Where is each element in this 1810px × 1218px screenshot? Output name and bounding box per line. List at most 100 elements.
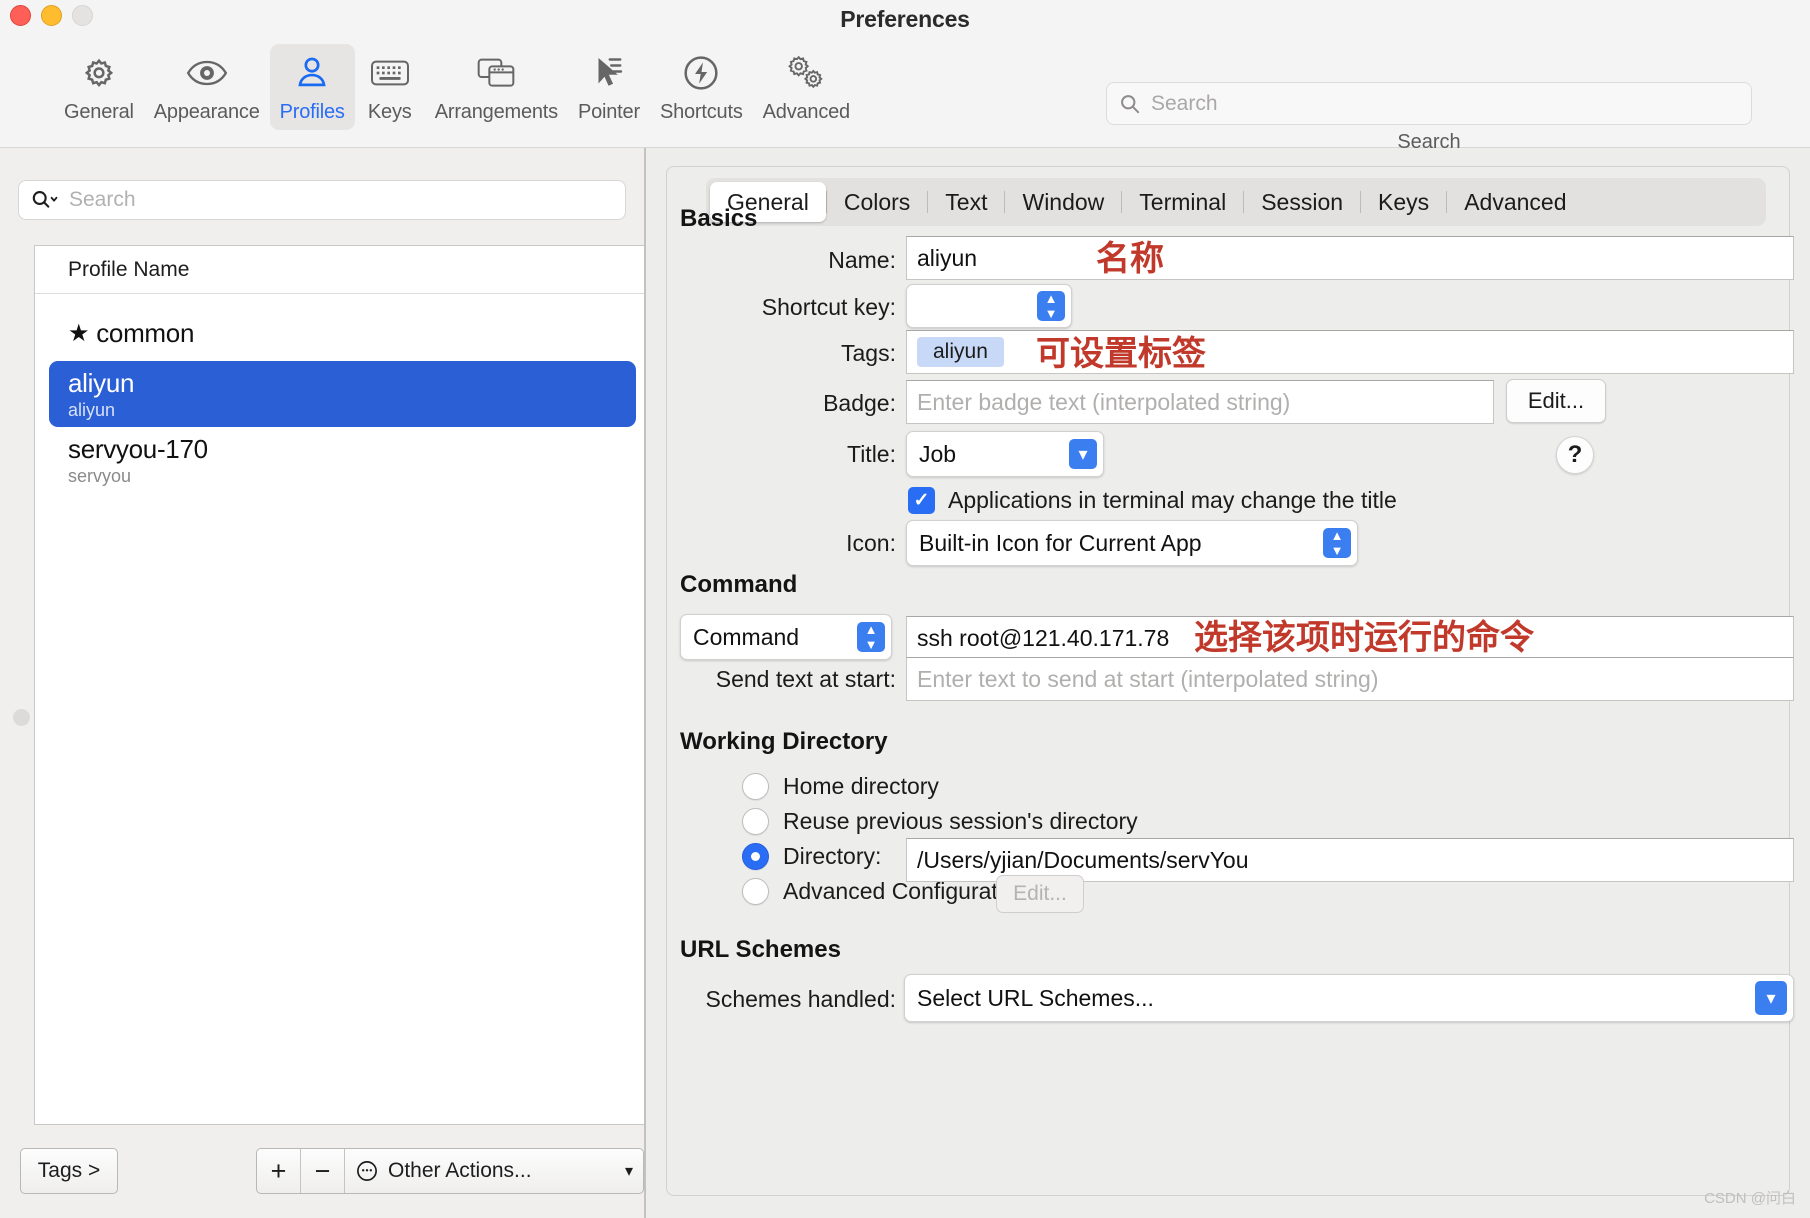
profile-subtitle: aliyun — [68, 400, 636, 421]
tab-colors[interactable]: Colors — [827, 182, 927, 222]
wd-option-directory[interactable]: Directory: — [742, 843, 881, 870]
tab-terminal[interactable]: Terminal — [1122, 182, 1243, 222]
keyboard-icon — [370, 52, 410, 94]
profile-name: aliyun — [68, 368, 636, 399]
badge-edit-button[interactable]: Edit... — [1506, 379, 1606, 423]
radio-icon[interactable] — [742, 878, 769, 905]
profiles-column-header[interactable]: Profile Name — [35, 246, 650, 294]
toolbar-item-profiles[interactable]: Profiles — [270, 44, 355, 130]
send-text-placeholder: Enter text to send at start (interpolate… — [917, 666, 1379, 693]
schemes-handled-select[interactable]: Select URL Schemes... ▾ — [904, 974, 1794, 1022]
list-item[interactable]: servyou-170 servyou — [49, 427, 636, 493]
wd-option-advanced[interactable]: Advanced Configuration — [742, 878, 1029, 905]
command-value: ssh root@121.40.171.78 — [917, 625, 1169, 652]
radio-icon[interactable] — [742, 773, 769, 800]
tag-chip[interactable]: aliyun — [917, 337, 1004, 367]
app-change-title-label: Applications in terminal may change the … — [948, 487, 1397, 514]
checkbox-checked-icon[interactable]: ✓ — [908, 487, 935, 514]
chevron-down-icon[interactable]: ▾ — [1069, 439, 1097, 469]
sidebar-footer: Tags > + − Other Actions... ▾ — [20, 1148, 630, 1194]
advanced-config-edit-button: Edit... — [996, 875, 1084, 913]
other-actions-button[interactable]: Other Actions... ▾ — [345, 1149, 643, 1193]
command-heading: Command — [680, 571, 797, 599]
annotation-name: 名称 — [1096, 231, 1164, 280]
toolbar-item-advanced[interactable]: Advanced — [753, 44, 860, 130]
stepper-chevrons-icon[interactable]: ▲▼ — [857, 622, 885, 652]
watermark: CSDN @问白 — [1704, 1187, 1796, 1208]
toolbar-search-field[interactable]: Search — [1106, 82, 1752, 125]
toolbar-item-pointer[interactable]: Pointer — [568, 44, 650, 130]
shortcut-key-label: Shortcut key: — [692, 294, 896, 321]
basics-heading: Basics — [680, 205, 757, 233]
schemes-handled-label: Schemes handled: — [646, 986, 896, 1013]
tags-button[interactable]: Tags > — [20, 1148, 118, 1194]
cursor-icon — [591, 52, 627, 94]
wd-option-label: Home directory — [783, 773, 939, 800]
title-value: Job — [919, 441, 956, 468]
toolbar-item-label: General — [64, 101, 134, 124]
stepper-chevrons-icon[interactable]: ▲▼ — [1037, 291, 1065, 321]
tab-session[interactable]: Session — [1244, 182, 1360, 222]
badge-input[interactable]: Enter badge text (interpolated string) — [906, 380, 1494, 424]
profile-settings-panel: General Colors Text Window Terminal Sess… — [646, 148, 1810, 1218]
search-icon — [1119, 93, 1141, 115]
profile-search-input[interactable]: Search — [18, 180, 626, 220]
send-text-input[interactable]: Enter text to send at start (interpolate… — [906, 657, 1794, 701]
icon-select[interactable]: Built-in Icon for Current App ▲▼ — [906, 520, 1358, 566]
tab-keys[interactable]: Keys — [1361, 182, 1446, 222]
toolbar-item-shortcuts[interactable]: Shortcuts — [650, 44, 753, 130]
gear-icon — [79, 52, 119, 94]
radio-selected-icon[interactable] — [742, 843, 769, 870]
name-input[interactable]: aliyun — [906, 236, 1794, 280]
list-item[interactable]: ★ common — [49, 306, 636, 361]
toolbar-item-label: Shortcuts — [660, 101, 743, 124]
wd-option-home[interactable]: Home directory — [742, 773, 939, 800]
toolbar-item-keys[interactable]: Keys — [355, 44, 425, 130]
profiles-list: Profile Name ★ common aliyun aliyun serv… — [34, 245, 651, 1125]
toolbar-item-label: Advanced — [763, 101, 850, 124]
add-profile-button[interactable]: + — [257, 1149, 301, 1193]
wd-option-label: Reuse previous session's directory — [783, 808, 1138, 835]
profile-search-placeholder: Search — [69, 188, 136, 212]
name-value: aliyun — [917, 245, 977, 272]
list-item[interactable]: aliyun aliyun — [49, 361, 636, 427]
title-help-button[interactable]: ? — [1556, 436, 1594, 474]
title-select[interactable]: Job ▾ — [906, 431, 1104, 477]
profiles-sidebar: Search Profile Name ★ common aliyun aliy… — [0, 148, 645, 1218]
shortcut-key-select[interactable]: ▲▼ — [906, 284, 1072, 328]
command-mode-select[interactable]: Command ▲▼ — [680, 614, 892, 660]
send-text-label: Send text at start: — [652, 666, 896, 693]
sidebar-resize-handle[interactable] — [13, 709, 30, 726]
working-directory-heading: Working Directory — [680, 728, 888, 756]
radio-icon[interactable] — [742, 808, 769, 835]
app-change-title-row[interactable]: ✓ Applications in terminal may change th… — [908, 487, 1397, 514]
chevron-down-icon[interactable]: ▾ — [1755, 981, 1787, 1015]
toolbar-item-label: Pointer — [578, 101, 640, 124]
remove-profile-button[interactable]: − — [301, 1149, 345, 1193]
badge-placeholder: Enter badge text (interpolated string) — [917, 389, 1290, 416]
eye-icon — [185, 52, 229, 94]
search-dropdown-icon[interactable] — [30, 189, 60, 211]
toolbar-item-appearance[interactable]: Appearance — [144, 44, 270, 130]
icon-label: Icon: — [708, 530, 896, 557]
toolbar-search-wrap: Search Search — [1106, 82, 1752, 154]
bolt-circle-icon — [681, 52, 721, 94]
tab-window[interactable]: Window — [1005, 182, 1121, 222]
wd-option-reuse[interactable]: Reuse previous session's directory — [742, 808, 1138, 835]
gears-icon — [784, 52, 828, 94]
settings-tabs: General Colors Text Window Terminal Sess… — [706, 178, 1766, 226]
window-title: Preferences — [0, 0, 1810, 38]
annotation-command: 选择该项时运行的命令 — [1194, 610, 1534, 659]
icon-value: Built-in Icon for Current App — [919, 530, 1202, 557]
toolbar-item-arrangements[interactable]: Arrangements — [425, 44, 568, 130]
annotation-tags: 可设置标签 — [1036, 326, 1206, 375]
windows-icon — [476, 52, 516, 94]
title-label: Title: — [706, 441, 896, 468]
tab-text[interactable]: Text — [928, 182, 1004, 222]
person-icon — [293, 52, 331, 94]
tab-advanced[interactable]: Advanced — [1447, 182, 1583, 222]
stepper-chevrons-icon[interactable]: ▲▼ — [1323, 528, 1351, 558]
preferences-toolbar: General Appearance Profiles — [0, 38, 1810, 148]
chevron-down-icon: ▾ — [625, 1161, 633, 1181]
toolbar-item-general[interactable]: General — [54, 44, 144, 130]
